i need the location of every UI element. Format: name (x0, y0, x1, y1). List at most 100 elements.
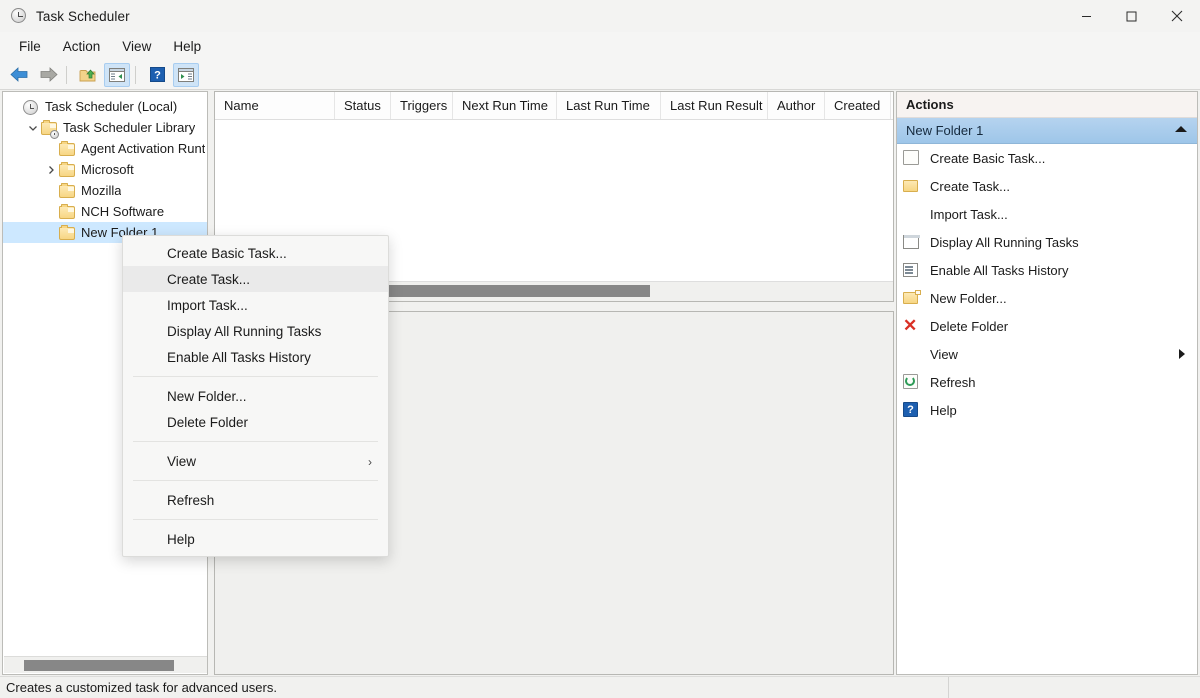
help-icon[interactable]: ? (144, 63, 170, 87)
chevron-down-icon[interactable] (25, 123, 41, 133)
column-header-name[interactable]: Name (215, 92, 335, 119)
context-menu-item-delete-folder[interactable]: Delete Folder (123, 409, 388, 435)
action-item-label: Enable All Tasks History (930, 263, 1069, 278)
column-header-triggers[interactable]: Triggers (391, 92, 453, 119)
action-item-view[interactable]: View (897, 340, 1197, 368)
actions-list: Create Basic Task... Create Task... Import… (897, 144, 1197, 424)
create-task-icon (903, 178, 921, 194)
context-menu-separator (133, 441, 378, 442)
column-header-next-run-time[interactable]: Next Run Time (453, 92, 557, 119)
action-item-label: New Folder... (930, 291, 1007, 306)
tree-horizontal-scrollbar[interactable] (4, 656, 208, 673)
action-item-label: Create Basic Task... (930, 151, 1045, 166)
action-icon-spacer (903, 346, 921, 362)
status-bar-divider (948, 677, 949, 698)
up-folder-icon[interactable] (75, 63, 101, 87)
action-item-refresh[interactable]: Refresh (897, 368, 1197, 396)
tree-node-label: Task Scheduler Library (63, 120, 195, 135)
tree-node-nch-software[interactable]: NCH Software (3, 201, 207, 222)
tree-node-label: Task Scheduler (Local) (45, 99, 177, 114)
action-item-import-task[interactable]: Import Task... (897, 200, 1197, 228)
toolbar: ? (0, 60, 1200, 90)
tree-node-task-scheduler-local[interactable]: Task Scheduler (Local) (3, 96, 207, 117)
action-item-label: Display All Running Tasks (930, 235, 1079, 250)
action-item-create-basic-task[interactable]: Create Basic Task... (897, 144, 1197, 172)
action-item-help[interactable]: ?Help (897, 396, 1197, 424)
tree-node-mozilla[interactable]: Mozilla (3, 180, 207, 201)
task-list-column-headers: NameStatusTriggersNext Run TimeLast Run … (215, 92, 893, 120)
tree-node-label: NCH Software (81, 204, 164, 219)
action-item-label: Delete Folder (930, 319, 1008, 334)
task-list-scrollbar-thumb[interactable] (388, 285, 650, 297)
menu-bar: File Action View Help (0, 32, 1200, 61)
context-menu-item-label: Help (167, 532, 195, 547)
context-menu-item-refresh[interactable]: Refresh (123, 487, 388, 513)
context-menu-item-label: Refresh (167, 493, 214, 508)
action-item-label: Create Task... (930, 179, 1010, 194)
chevron-right-icon[interactable] (43, 165, 59, 175)
menu-view[interactable]: View (112, 36, 161, 57)
action-item-create-task[interactable]: Create Task... (897, 172, 1197, 200)
tree-node-microsoft[interactable]: Microsoft (3, 159, 207, 180)
chevron-right-icon (1179, 349, 1185, 359)
context-menu-item-new-folder[interactable]: New Folder... (123, 383, 388, 409)
context-menu-item-label: Enable All Tasks History (167, 350, 311, 365)
folder-icon (59, 162, 76, 177)
column-header-last-run-result[interactable]: Last Run Result (661, 92, 768, 119)
tree-node-label: Agent Activation Runt (81, 141, 205, 156)
action-item-new-folder[interactable]: New Folder... (897, 284, 1197, 312)
menu-action[interactable]: Action (53, 36, 111, 57)
context-menu-item-label: Create Task... (167, 272, 250, 287)
folder-icon (59, 225, 76, 240)
show-hide-action-pane-icon[interactable] (173, 63, 199, 87)
column-header-last-run-time[interactable]: Last Run Time (557, 92, 661, 119)
column-header-status[interactable]: Status (335, 92, 391, 119)
menu-help[interactable]: Help (163, 36, 211, 57)
context-menu-item-create-task[interactable]: Create Task... (123, 266, 388, 292)
context-menu-item-import-task[interactable]: Import Task... (123, 292, 388, 318)
tree-node-label: Microsoft (81, 162, 134, 177)
column-header-author[interactable]: Author (768, 92, 825, 119)
toolbar-separator (66, 66, 67, 84)
task-scheduler-window: Task Scheduler File Action View Help (0, 0, 1200, 698)
title-bar: Task Scheduler (0, 0, 1200, 32)
menu-file[interactable]: File (9, 36, 51, 57)
context-menu-separator (133, 480, 378, 481)
app-clock-icon (11, 8, 27, 24)
enable-history-icon (903, 262, 921, 278)
clock-icon (23, 99, 40, 114)
actions-pane-title: Actions (897, 92, 1197, 118)
close-button[interactable] (1154, 0, 1200, 32)
column-header-created[interactable]: Created (825, 92, 891, 119)
context-menu-item-label: Display All Running Tasks (167, 324, 321, 339)
context-menu-item-help[interactable]: Help (123, 526, 388, 552)
minimize-button[interactable] (1064, 0, 1109, 32)
context-menu-separator (133, 376, 378, 377)
action-item-label: View (930, 347, 958, 362)
action-item-label: Refresh (930, 375, 976, 390)
forward-arrow-icon[interactable] (35, 63, 61, 87)
tree-node-agent-activation-runt[interactable]: Agent Activation Runt (3, 138, 207, 159)
tree-node-task-scheduler-library[interactable]: Task Scheduler Library (3, 117, 207, 138)
svg-text:?: ? (154, 70, 161, 82)
context-menu-item-display-all-running-tasks[interactable]: Display All Running Tasks (123, 318, 388, 344)
context-menu-item-label: Delete Folder (167, 415, 248, 430)
back-arrow-icon[interactable] (6, 63, 32, 87)
action-item-display-all-running-tasks[interactable]: Display All Running Tasks (897, 228, 1197, 256)
folder-icon (59, 183, 76, 198)
maximize-button[interactable] (1109, 0, 1154, 32)
context-menu-item-view[interactable]: View› (123, 448, 388, 474)
folder-icon (59, 204, 76, 219)
context-menu-item-create-basic-task[interactable]: Create Basic Task... (123, 240, 388, 266)
show-hide-console-tree-icon[interactable] (104, 63, 130, 87)
action-item-delete-folder[interactable]: ✕Delete Folder (897, 312, 1197, 340)
library-folder-icon (41, 120, 58, 135)
action-item-enable-all-tasks-history[interactable]: Enable All Tasks History (897, 256, 1197, 284)
action-item-label: Import Task... (930, 207, 1008, 222)
actions-group-header[interactable]: New Folder 1 (897, 118, 1197, 144)
create-basic-task-icon (903, 150, 921, 166)
chevron-up-icon[interactable] (1175, 126, 1187, 132)
context-menu: Create Basic Task... Create Task... Import… (122, 235, 389, 557)
context-menu-item-enable-all-tasks-history[interactable]: Enable All Tasks History (123, 344, 388, 370)
tree-scrollbar-thumb[interactable] (24, 660, 174, 671)
